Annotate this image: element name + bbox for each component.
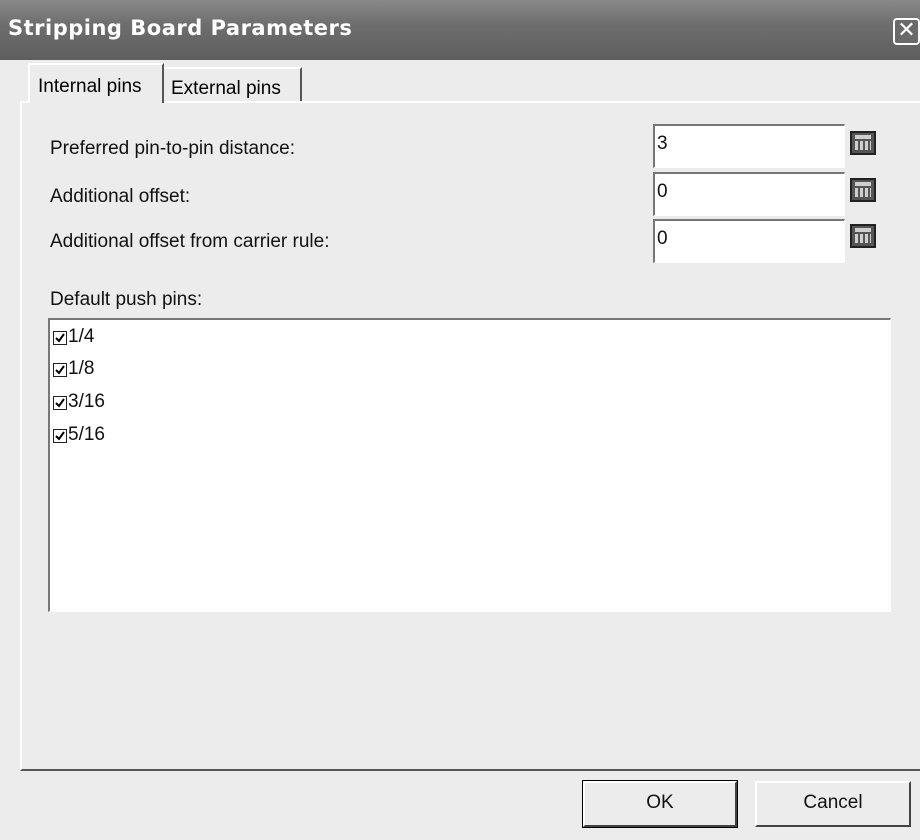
ok-button[interactable]: OK	[582, 780, 738, 828]
list-item-label: 5/16	[68, 424, 105, 445]
close-icon[interactable]: ✕	[893, 18, 920, 45]
calculator-icon[interactable]	[850, 178, 876, 202]
carrier-offset-label: Additional offset from carrier rule:	[50, 231, 330, 252]
pin-distance-input[interactable]	[656, 130, 827, 158]
push-pins-label: Default push pins:	[50, 289, 203, 310]
checkbox-checked-icon[interactable]	[53, 363, 67, 377]
checkbox-checked-icon[interactable]	[53, 429, 67, 443]
tab-internal-pins[interactable]: Internal pins	[28, 63, 164, 103]
additional-offset-input[interactable]	[656, 178, 827, 206]
list-item-label: 3/16	[68, 391, 105, 412]
title-bar[interactable]: Stripping Board Parameters ✕	[0, 0, 920, 60]
calculator-icon[interactable]	[850, 131, 876, 155]
pin-distance-field[interactable]	[653, 124, 845, 168]
additional-offset-label: Additional offset:	[50, 186, 191, 207]
tab-external-pins[interactable]: External pins	[164, 67, 302, 101]
list-item-label: 1/4	[68, 326, 95, 347]
window-title: Stripping Board Parameters	[8, 16, 353, 40]
dialog-window: Stripping Board Parameters ✕ Internal pi…	[0, 0, 920, 840]
carrier-offset-input[interactable]	[656, 225, 827, 253]
list-item-label: 1/8	[68, 358, 95, 379]
cancel-button[interactable]: Cancel	[755, 781, 911, 827]
checkbox-checked-icon[interactable]	[53, 396, 67, 410]
pin-distance-label: Preferred pin-to-pin distance:	[50, 138, 296, 159]
calculator-icon[interactable]	[850, 224, 876, 248]
carrier-offset-field[interactable]	[653, 219, 845, 263]
checkbox-checked-icon[interactable]	[53, 331, 67, 345]
additional-offset-field[interactable]	[653, 172, 845, 216]
push-pins-list[interactable]: 1/4 1/8 3/16 5/16	[48, 318, 891, 612]
